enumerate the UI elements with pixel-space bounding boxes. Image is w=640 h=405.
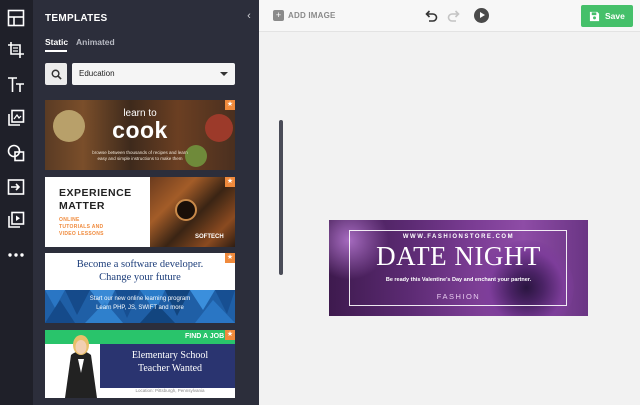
save-button[interactable]: Save [581,5,633,27]
template-text: Learn PHP, JS, SWIFT and more [96,305,184,311]
category-select[interactable]: Education [72,63,235,85]
template-text: MATTER [59,200,105,212]
banner-subtitle: Be ready this Valentine's Day and enchan… [385,277,532,283]
template-text: VIDEO LESSONS [59,231,104,237]
crop-icon[interactable] [6,40,26,60]
undo-icon[interactable] [424,9,438,23]
template-text: Teacher Wanted [137,363,203,374]
more-icon[interactable] [6,245,26,265]
template-text: EXPERIENCE [59,187,132,199]
add-image-button[interactable]: + ADD IMAGE [273,10,336,21]
template-text: Start our new online learning program [89,296,191,302]
add-image-icon: + [273,10,284,21]
play-preview-icon[interactable] [474,8,489,23]
import-icon[interactable] [6,177,26,197]
template-text: cook [112,117,168,143]
template-text: Change your future [99,272,181,283]
save-label: Save [605,11,625,21]
guitar-image [175,199,197,221]
category-select-value: Education [79,69,115,78]
save-icon [589,11,600,21]
premium-star-icon: ★ [225,330,235,340]
premium-star-icon: ★ [225,177,235,187]
collapse-panel-icon[interactable]: ‹ [243,10,255,22]
add-image-label: ADD IMAGE [288,11,336,20]
template-text: ONLINE TUTORIALS AND VIDEO LESSONS [59,217,104,238]
tab-animated[interactable]: Animated [76,37,115,47]
video-icon[interactable] [6,210,26,230]
active-tab-indicator [45,50,67,52]
search-icon [51,69,62,80]
banner-title: DATE NIGHT [376,241,541,271]
template-card[interactable]: Become a software developer. Change your… [45,253,235,323]
canvas-banner[interactable]: WWW.FASHIONSTORE.COM DATE NIGHT Be ready… [329,220,588,316]
text-icon[interactable] [6,75,26,95]
banner-brand: FASHION [436,292,481,301]
person-image [65,335,97,398]
layout-icon[interactable] [6,8,26,28]
search-button[interactable] [45,63,67,85]
template-brand: FIND A JOB [185,333,225,340]
panel-title: TEMPLATES [45,13,108,24]
layers-icon[interactable] [6,108,26,128]
premium-star-icon: ★ [225,100,235,110]
editor-toolbar: + ADD IMAGE Save [259,0,640,32]
template-text: TUTORIALS AND [59,224,104,230]
premium-star-icon: ★ [225,253,235,263]
template-brand: SOFTECH [195,234,224,240]
template-card[interactable]: learn to cook browse between thousands o… [45,100,235,170]
template-card[interactable]: FIND A JOB Elementary School Teacher Wan… [45,330,235,398]
template-text: Elementary School [131,350,209,361]
tool-rail [0,0,33,405]
template-text: Location: Pittsburgh, Pennsylvania [135,388,205,393]
panel-scrollbar[interactable] [279,120,283,275]
tab-static[interactable]: Static [45,37,68,47]
shapes-icon[interactable] [6,143,26,163]
template-text: browse between thousands of recipes and … [45,150,235,162]
chevron-down-icon [220,72,228,76]
template-text: ONLINE [59,217,80,223]
redo-icon[interactable] [447,9,461,23]
template-card[interactable]: EXPERIENCE MATTER ONLINE TUTORIALS AND V… [45,177,235,247]
banner-site: WWW.FASHIONSTORE.COM [402,234,515,240]
template-text: easy and simple instructions to make the… [97,156,183,161]
template-text: Become a software developer. [76,259,204,270]
